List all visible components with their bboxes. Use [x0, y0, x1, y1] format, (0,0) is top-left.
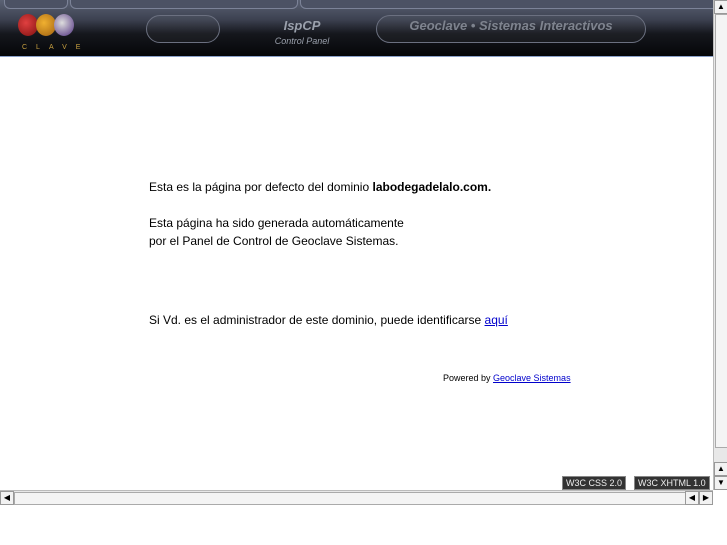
horizontal-scrollbar[interactable]: ◀ ◀ ▶ [0, 490, 713, 505]
scroll-up-icon[interactable]: ▲ [714, 462, 727, 476]
admin-line: Si Vd. es el administrador de este domin… [149, 311, 508, 329]
generated-line: Esta página ha sido generada automáticam… [149, 216, 404, 230]
site-header: CLAVE IspCP Control Panel Geoclave • Sis… [0, 0, 713, 57]
header-tab [4, 0, 68, 9]
product-subtitle: Control Panel [274, 36, 330, 46]
default-page-line: Esta es la página por defecto del domini… [149, 178, 491, 196]
scroll-down-icon[interactable]: ▼ [714, 476, 727, 490]
domain-name: labodegadelalo.com. [372, 180, 492, 194]
powered-text: Powered by [443, 373, 494, 383]
scroll-right-icon[interactable]: ▶ [699, 491, 713, 505]
scroll-left-icon[interactable]: ◀ [685, 491, 699, 505]
w3c-css-badge[interactable]: W3C CSS 2.0 [562, 476, 627, 490]
generated-line-2: por el Panel de Control de Geoclave Sist… [149, 234, 399, 248]
header-pill [146, 15, 220, 43]
w3c-xhtml-badge[interactable]: W3C XHTML 1.0 [634, 476, 710, 490]
intro-text: Esta es la página por defecto del domini… [149, 180, 373, 194]
page-viewport: CLAVE IspCP Control Panel Geoclave • Sis… [0, 0, 713, 490]
vertical-scroll-thumb[interactable] [715, 14, 727, 448]
geoclave-logo[interactable] [18, 14, 74, 41]
scroll-up-icon[interactable]: ▲ [714, 0, 727, 14]
geoclave-link[interactable]: Geoclave Sistemas [493, 373, 571, 383]
product-name: IspCP [283, 18, 321, 33]
horizontal-scroll-thumb[interactable] [14, 492, 686, 505]
vertical-scrollbar[interactable]: ▲ ▲ ▼ [713, 0, 727, 490]
powered-by: Powered by Geoclave Sistemas [443, 373, 571, 383]
scroll-left-icon[interactable]: ◀ [0, 491, 14, 505]
admin-text: Si Vd. es el administrador de este domin… [149, 313, 485, 327]
company-name: Geoclave • Sistemas Interactivos [409, 18, 613, 33]
logo-subtitle: CLAVE [22, 44, 90, 51]
header-tab [70, 0, 298, 9]
header-tab [300, 0, 713, 9]
login-link[interactable]: aquí [485, 313, 508, 327]
